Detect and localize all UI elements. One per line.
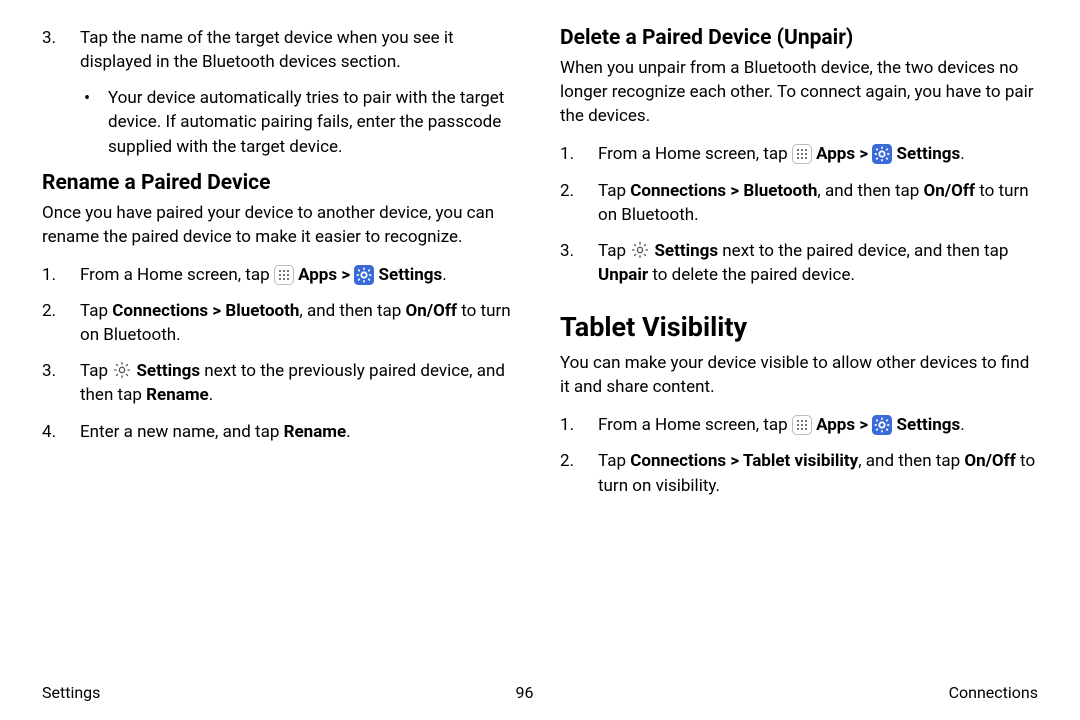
visibility-intro: You can make your device visible to allo…	[560, 351, 1038, 399]
delete-heading: Delete a Paired Device (Unpair)	[560, 26, 1038, 50]
gear-icon	[630, 240, 650, 260]
gear-icon	[112, 360, 132, 380]
delete-steps: From a Home screen, tap Apps > Settings.…	[560, 142, 1038, 287]
list-item: Tap Connections > Bluetooth, and then ta…	[42, 299, 520, 347]
footer-left: Settings	[42, 683, 100, 702]
left-column: Tap the name of the target device when y…	[42, 26, 520, 510]
apps-icon	[792, 144, 812, 164]
list-item: Tap Settings next to the paired device, …	[560, 239, 1038, 287]
delete-intro: When you unpair from a Bluetooth device,…	[560, 56, 1038, 128]
settings-icon	[354, 265, 374, 285]
list-item: From a Home screen, tap Apps > Settings.	[560, 413, 1038, 437]
list-item: Tap the name of the target device when y…	[42, 26, 520, 159]
rename-intro: Once you have paired your device to anot…	[42, 201, 520, 249]
apps-icon	[792, 415, 812, 435]
settings-icon	[872, 144, 892, 164]
visibility-steps: From a Home screen, tap Apps > Settings.…	[560, 413, 1038, 497]
list-item: From a Home screen, tap Apps > Settings.	[42, 263, 520, 287]
rename-steps: From a Home screen, tap Apps > Settings.…	[42, 263, 520, 444]
sub-list: Your device automatically tries to pair …	[80, 86, 520, 158]
apps-icon	[274, 265, 294, 285]
list-item: From a Home screen, tap Apps > Settings.	[560, 142, 1038, 166]
sub-item: Your device automatically tries to pair …	[80, 86, 520, 158]
right-column: Delete a Paired Device (Unpair) When you…	[560, 26, 1038, 510]
list-item: Enter a new name, and tap Rename.	[42, 420, 520, 444]
list-item: Tap Connections > Tablet visibility, and…	[560, 449, 1038, 497]
list-item: Tap Connections > Bluetooth, and then ta…	[560, 179, 1038, 227]
settings-label: Settings	[379, 265, 443, 285]
settings-icon	[872, 415, 892, 435]
continued-list: Tap the name of the target device when y…	[42, 26, 520, 159]
apps-label: Apps	[298, 265, 337, 285]
page-number: 96	[516, 683, 534, 702]
visibility-heading: Tablet Visibility	[560, 311, 1038, 343]
list-item: Tap Settings next to the previously pair…	[42, 359, 520, 407]
page-footer: Settings 96 Connections	[42, 683, 1038, 702]
footer-right: Connections	[949, 683, 1038, 702]
step-text: Tap the name of the target device when y…	[80, 28, 454, 72]
rename-heading: Rename a Paired Device	[42, 171, 520, 195]
